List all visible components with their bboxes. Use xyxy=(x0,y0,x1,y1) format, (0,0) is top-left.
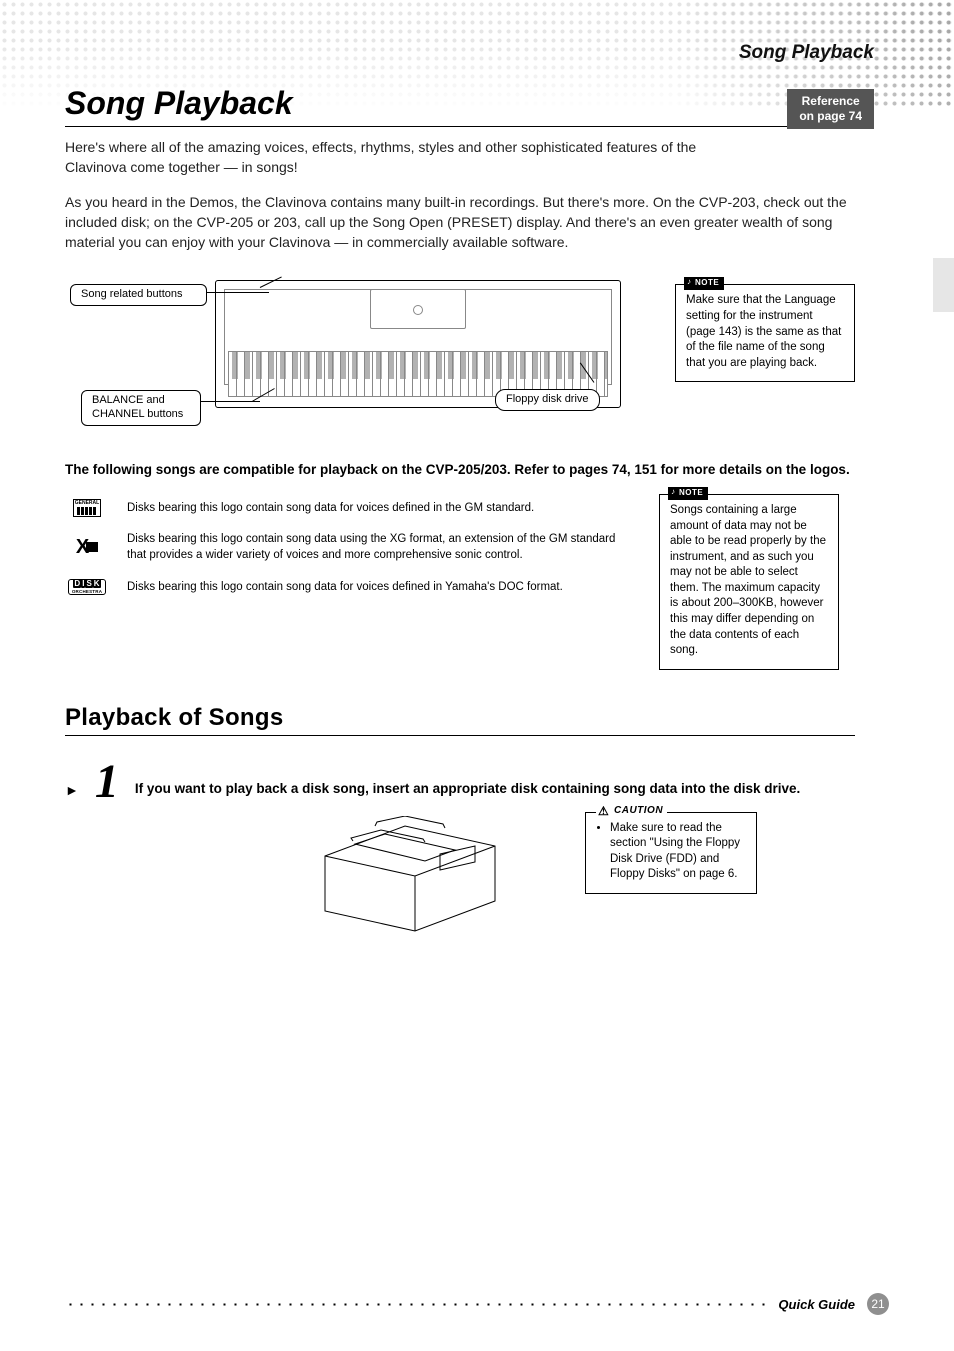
logo-desc: Disks bearing this logo contain song dat… xyxy=(127,532,621,563)
intro-paragraph-2: As you heard in the Demos, the Clavinova… xyxy=(65,192,865,253)
note-label: NOTE xyxy=(668,487,708,500)
reference-line2: on page 74 xyxy=(799,109,862,124)
note-text: Songs containing a large amount of data … xyxy=(670,503,828,658)
callout-balance-line1: BALANCE and xyxy=(92,394,165,406)
note-box-language: NOTE Make sure that the Language setting… xyxy=(675,284,855,382)
step-text: If you want to play back a disk song, in… xyxy=(135,780,835,798)
caution-label: CAUTION xyxy=(596,804,667,818)
logo-row-doc: DISKORCHESTRA Disks bearing this logo co… xyxy=(65,573,621,601)
callout-floppy-drive: Floppy disk drive xyxy=(495,389,600,411)
footer-page-number: 21 xyxy=(867,1293,889,1315)
panel-diagram: Song related buttons BALANCE and CHANNEL… xyxy=(65,270,635,425)
panel-knob xyxy=(413,305,423,315)
floppy-insert-illustration xyxy=(315,816,515,936)
doc-logo-icon: DISKORCHESTRA xyxy=(65,573,109,601)
gm-logo-icon: GENERAL xyxy=(65,494,109,522)
footer-dot-leader xyxy=(65,1303,770,1306)
step-number: 1 xyxy=(95,758,119,806)
leader-line xyxy=(200,401,260,402)
intro-paragraph-1: Here's where all of the amazing voices, … xyxy=(65,137,705,178)
playback-subtitle: Playback of Songs xyxy=(65,704,855,736)
logo-row-gm: GENERAL Disks bearing this logo contain … xyxy=(65,494,621,522)
reference-line1: Reference xyxy=(799,94,862,109)
step-arrow-icon: ► xyxy=(65,782,79,798)
caution-item: Make sure to read the section "Using the… xyxy=(610,821,746,883)
logo-row-xg: X Disks bearing this logo contain song d… xyxy=(65,532,621,563)
footer-guide-label: Quick Guide xyxy=(778,1297,855,1312)
callout-balance-buttons: BALANCE and CHANNEL buttons xyxy=(81,390,201,426)
logo-desc: Disks bearing this logo contain song dat… xyxy=(127,580,563,596)
callout-balance-line2: CHANNEL buttons xyxy=(92,408,183,420)
xg-logo-icon: X xyxy=(65,534,109,562)
note-text: Make sure that the Language setting for … xyxy=(686,293,844,371)
logo-list: GENERAL Disks bearing this logo contain … xyxy=(65,494,621,601)
reference-box: Reference on page 74 xyxy=(787,89,874,129)
leader-line xyxy=(207,292,269,293)
header-section-title: Song Playback xyxy=(739,42,874,64)
page-footer: Quick Guide 21 xyxy=(0,1293,954,1315)
callout-song-buttons: Song related buttons xyxy=(70,284,207,306)
caution-box: CAUTION Make sure to read the section "U… xyxy=(585,812,757,894)
compat-intro: The following songs are compatible for p… xyxy=(65,461,865,480)
logo-desc: Disks bearing this logo contain song dat… xyxy=(127,501,534,517)
note-label: NOTE xyxy=(684,277,724,290)
step-1-row: ► 1 If you want to play back a disk song… xyxy=(65,762,865,806)
note-box-capacity: NOTE Songs containing a large amount of … xyxy=(659,494,839,669)
page-title: Song Playback xyxy=(65,85,855,127)
